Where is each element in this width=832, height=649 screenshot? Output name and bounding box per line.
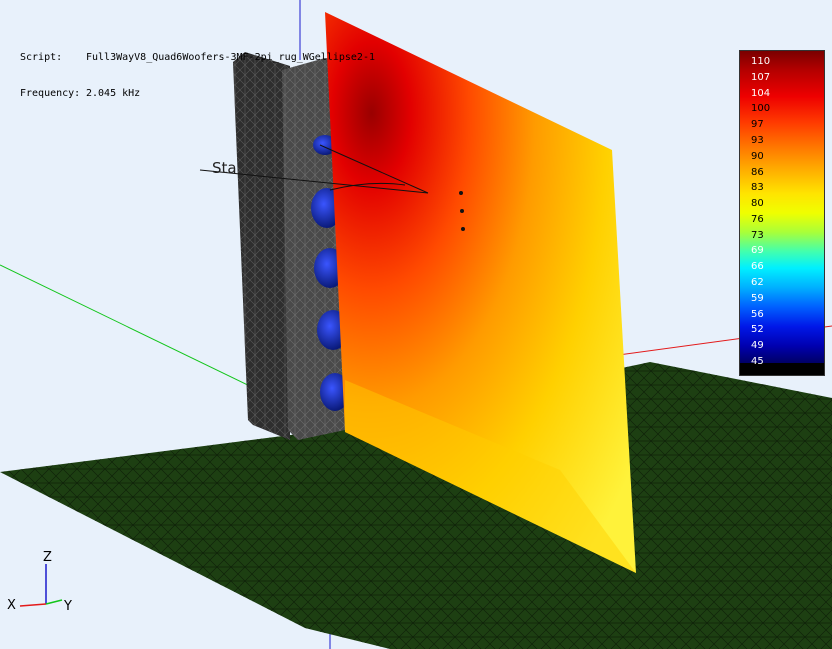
script-row: Script: Full3WayV8_Quad6Woofers-3MF-2pi_… [20,52,375,64]
frequency-row: Frequency: 2.045 kHz [20,88,375,100]
legend-tick: 56 [751,308,764,320]
legend-tick: 100 [751,103,771,115]
legend-tick: 76 [751,213,764,225]
legend-tick: 45 [751,356,764,367]
triad-label-x: X [7,598,16,613]
legend-tick: 104 [751,87,771,99]
frequency-value: 2.045 kHz [86,88,141,99]
triad-x-axis [19,603,47,607]
mic-point-2 [460,209,464,213]
legend-tick: 62 [751,277,764,289]
legend-tick: 90 [751,150,764,162]
script-value: Full3WayV8_Quad6Woofers-3MF-2pi_rug_WGel… [86,52,375,63]
legend-tick: 80 [751,198,764,210]
legend-tick: 93 [751,134,764,146]
mic-point-1 [459,191,463,195]
legend-tick: 97 [751,119,764,131]
legend-tick: 73 [751,229,764,241]
legend-tick: 49 [751,340,764,352]
color-scale-legend: 110 107 104 100 97 93 90 86 83 80 76 73 69 66 62 59 56 52… [739,50,825,376]
legend-tick: 107 [751,71,771,83]
script-label: Script: [20,52,63,63]
script-info: Script: Full3WayV8_Quad6Woofers-3MF-2pi_… [20,28,375,112]
legend-tick: 69 [751,245,764,257]
frequency-label: Frequency: [20,88,81,99]
triad-y-axis [45,599,63,605]
scene-annotation: Sta [212,159,237,177]
legend-tick: 110 [751,56,771,67]
legend-tick: 66 [751,261,764,273]
legend-tick: 52 [751,324,764,336]
triad-label-z: Z [43,550,52,565]
triad-label-y: Y [63,599,72,614]
legend-tick: 83 [751,182,764,194]
legend-tick: 59 [751,292,764,304]
legend-tick: 86 [751,166,764,178]
mic-point-3 [461,227,465,231]
